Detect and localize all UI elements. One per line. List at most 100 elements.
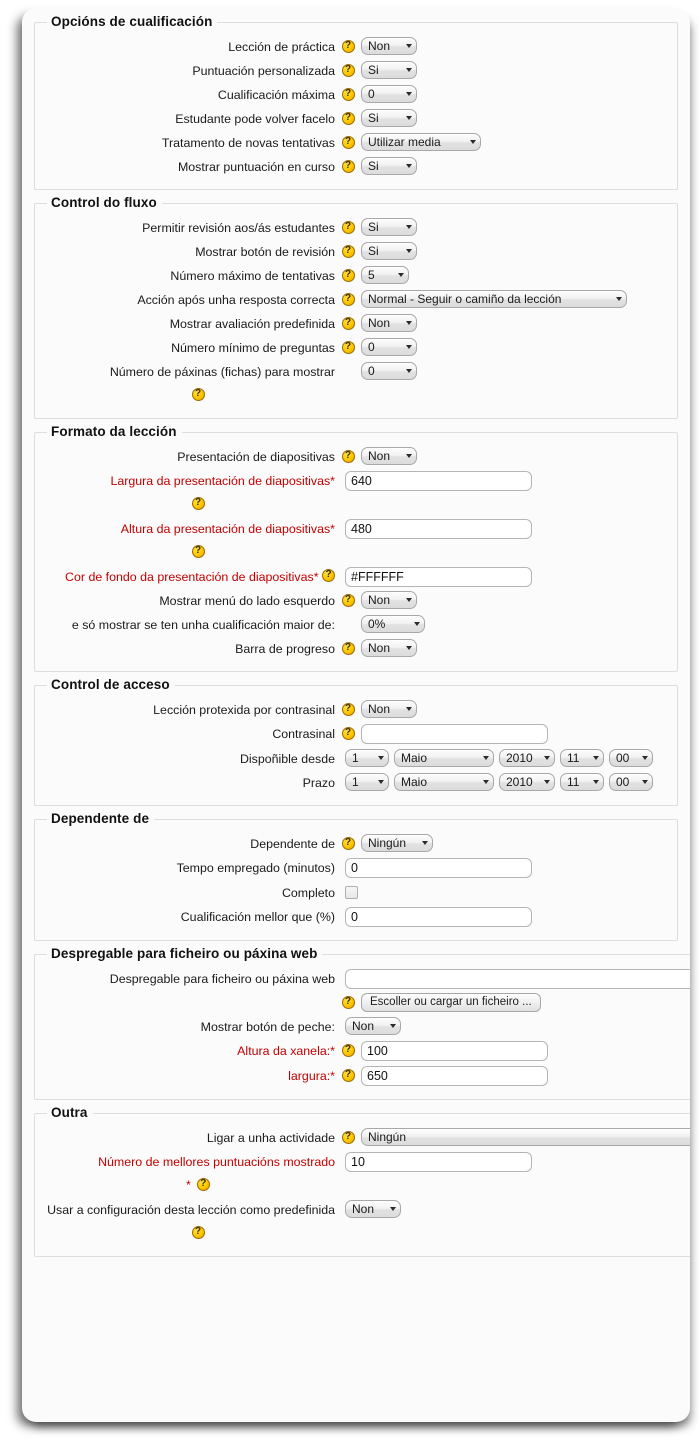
show-left-menu-select[interactable]: Non [361, 591, 417, 609]
action-after-correct-select[interactable]: Normal - Seguir o camiño da lección [361, 290, 627, 308]
help-icon[interactable] [342, 1044, 355, 1057]
max-grade-select[interactable]: 0 [361, 85, 417, 103]
chevron-down-icon [406, 369, 412, 373]
field-label-text: largura: [288, 1069, 330, 1083]
link-to-activity-select[interactable]: Ningún [361, 1128, 690, 1146]
help-slot [335, 834, 361, 850]
help-icon[interactable] [342, 40, 355, 53]
help-icon[interactable] [342, 136, 355, 149]
field-control: 5 [361, 266, 409, 284]
help-icon[interactable] [342, 221, 355, 234]
help-slot [335, 993, 361, 1009]
window-height-input[interactable] [361, 1041, 548, 1061]
form-row: Puntuación personalizada Si [35, 61, 677, 80]
deadline-month-select[interactable]: Maio [394, 773, 494, 791]
available-from-year-select[interactable]: 2010 [499, 749, 555, 767]
help-icon[interactable] [342, 1131, 355, 1144]
help-slot [35, 495, 361, 510]
available-from-minute-select[interactable]: 00 [609, 749, 653, 767]
help-icon[interactable] [342, 594, 355, 607]
help-icon[interactable] [342, 317, 355, 330]
high-scores-count-input[interactable] [345, 1152, 532, 1172]
deadline-day-select[interactable]: 1 [345, 773, 389, 791]
help-icon[interactable] [192, 1226, 205, 1239]
form-row: Número mínimo de preguntas 0 [35, 338, 677, 357]
slideshow-bgcolor-input[interactable] [345, 567, 532, 587]
available-from-month-select[interactable]: Maio [394, 749, 494, 767]
help-slot: * [35, 1176, 361, 1192]
help-icon[interactable] [197, 1178, 210, 1191]
settings-card-inner: Opcións de cualificación Lección de prác… [22, 8, 690, 1422]
slideshow-height-input[interactable] [345, 519, 532, 539]
completed-checkbox[interactable] [345, 886, 358, 899]
show-review-button-select[interactable]: Si [361, 242, 417, 260]
min-grade-for-menu-select[interactable]: 0% [361, 615, 425, 633]
password-protected-select[interactable]: Non [361, 700, 417, 718]
help-icon[interactable] [342, 727, 355, 740]
available-from-hour-select[interactable]: 11 [560, 749, 604, 767]
help-icon[interactable] [342, 703, 355, 716]
min-questions-select[interactable]: 0 [361, 338, 417, 356]
chevron-down-icon [422, 841, 428, 845]
dependent-on-select[interactable]: Ningún [361, 834, 433, 852]
help-icon[interactable] [342, 112, 355, 125]
field-label: Mostrar botón de peche: [35, 1017, 335, 1036]
help-icon[interactable] [342, 269, 355, 282]
lesson-practice-select[interactable]: Non [361, 37, 417, 55]
section-legend: Despregable para ficheiro ou páxina web [47, 946, 322, 961]
help-icon[interactable] [192, 388, 205, 401]
deadline-minute-select[interactable]: 00 [609, 773, 653, 791]
choose-or-upload-file-button[interactable]: Escoller ou cargar un ficheiro ... [361, 993, 541, 1012]
help-icon[interactable] [192, 497, 205, 510]
form-row: Barra de progreso Non [35, 639, 677, 658]
window-width-input[interactable] [361, 1066, 548, 1086]
student-retake-select[interactable]: Si [361, 109, 417, 127]
chevron-down-icon [406, 454, 412, 458]
help-icon[interactable] [342, 160, 355, 173]
help-icon[interactable] [342, 245, 355, 258]
help-slot [335, 290, 361, 306]
help-icon[interactable] [342, 64, 355, 77]
time-spent-input[interactable] [345, 858, 532, 878]
progress-bar-select[interactable]: Non [361, 639, 417, 657]
chevron-down-icon [642, 780, 648, 784]
help-icon[interactable] [192, 545, 205, 558]
help-icon[interactable] [342, 450, 355, 463]
help-slot [335, 314, 361, 330]
deadline-year-select[interactable]: 2010 [499, 773, 555, 791]
password-input[interactable] [361, 724, 548, 744]
chevron-down-icon [406, 92, 412, 96]
custom-scoring-select[interactable]: Si [361, 61, 417, 79]
select-value: Utilizar media [368, 134, 441, 150]
allow-student-review-select[interactable]: Si [361, 218, 417, 236]
select-value: 00 [616, 774, 629, 790]
grade-better-than-input[interactable] [345, 907, 532, 927]
show-close-button-select[interactable]: Non [345, 1017, 401, 1035]
field-label: Ligar a unha actividade [35, 1128, 335, 1147]
max-attempts-select[interactable]: 5 [361, 266, 409, 284]
help-icon[interactable] [322, 569, 335, 582]
help-icon[interactable] [342, 837, 355, 850]
retake-handling-select[interactable]: Utilizar media [361, 133, 481, 151]
help-icon[interactable] [342, 341, 355, 354]
section-legend: Formato da lección [47, 424, 182, 439]
available-from-day-select[interactable]: 1 [345, 749, 389, 767]
field-control: Si [361, 242, 417, 260]
help-icon[interactable] [342, 293, 355, 306]
slideshow-width-input[interactable] [345, 471, 532, 491]
help-icon[interactable] [342, 642, 355, 655]
help-icon[interactable] [342, 88, 355, 101]
use-as-default-select[interactable]: Non [345, 1200, 401, 1218]
help-icon[interactable] [342, 996, 355, 1009]
form-row: e só mostrar se ten unha cualificación m… [35, 615, 677, 634]
display-default-feedback-select[interactable]: Non [361, 314, 417, 332]
field-label: Número máximo de tentativas [35, 266, 335, 285]
slideshow-select[interactable]: Non [361, 447, 417, 465]
show-running-score-select[interactable]: Si [361, 157, 417, 175]
pages-to-show-select[interactable]: 0 [361, 362, 417, 380]
popup-file-input[interactable] [345, 969, 690, 989]
help-icon[interactable] [342, 1069, 355, 1082]
field-control: Non [345, 1200, 401, 1218]
field-label: Cor de fondo da presentación de diaposit… [35, 567, 335, 586]
deadline-hour-select[interactable]: 11 [560, 773, 604, 791]
